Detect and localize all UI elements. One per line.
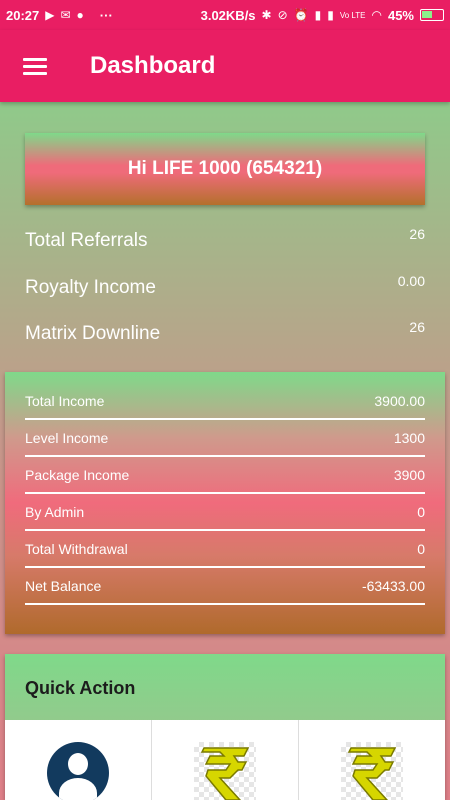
user-avatar-icon <box>47 742 109 800</box>
quick-action-rupee-2[interactable] <box>299 720 445 800</box>
app-icon: ● <box>76 8 84 22</box>
volte-icon: Vo LTE <box>339 10 366 20</box>
quick-action-card: Quick Action <box>5 654 445 800</box>
income-row-total: Total Income 3900.00 <box>25 384 425 420</box>
rupee-icon <box>194 742 256 800</box>
alarm-icon: ⏰ <box>293 8 309 22</box>
mute-icon: ⊘ <box>277 8 288 22</box>
income-row-level: Level Income 1300 <box>25 421 425 457</box>
page-title: Dashboard <box>90 52 216 79</box>
stat-label: Matrix Downline <box>25 323 161 344</box>
bluetooth-icon: ✱ <box>261 8 272 22</box>
signal-icon: ▮ <box>314 8 322 22</box>
quick-action-grid <box>5 720 445 800</box>
income-label: Package Income <box>25 467 130 483</box>
stat-matrix-downline: Matrix Downline 26 <box>25 319 425 345</box>
income-label: Level Income <box>25 430 109 446</box>
network-speed: 3.02KB/s <box>200 7 256 23</box>
notification-icon: ▶ <box>45 8 55 22</box>
stat-total-referrals: Total Referrals 26 <box>25 226 425 252</box>
quick-action-profile[interactable] <box>5 720 152 800</box>
app-bar: Dashboard <box>0 30 450 102</box>
income-value: 0 <box>417 504 425 520</box>
income-value: 3900 <box>393 467 425 483</box>
stat-royalty-income: Royalty Income 0.00 <box>25 273 425 299</box>
rupee-icon <box>341 742 403 800</box>
stat-label: Total Referrals <box>25 230 148 251</box>
status-bar: 20:27 ▶ ✉ ● ··· 3.02KB/s ✱ ⊘ ⏰ ▮ ▮ Vo LT… <box>0 0 450 30</box>
wifi-icon: ◠ <box>371 8 382 22</box>
income-value: -63433.00 <box>361 578 425 594</box>
income-card: Total Income 3900.00 Level Income 1300 P… <box>5 372 445 634</box>
quick-action-title: Quick Action <box>25 678 136 698</box>
menu-button[interactable] <box>0 30 70 102</box>
income-label: Total Income <box>25 393 105 409</box>
income-label: Net Balance <box>25 578 102 594</box>
income-row-by-admin: By Admin 0 <box>25 495 425 531</box>
status-time: 20:27 <box>6 7 40 23</box>
signal-icon-2: ▮ <box>327 8 334 22</box>
income-value: 1300 <box>393 430 425 446</box>
income-label: Total Withdrawal <box>25 541 128 557</box>
stat-value: 26 <box>409 319 425 335</box>
status-more: ··· <box>99 7 113 23</box>
stat-label: Royalty Income <box>25 277 156 298</box>
welcome-banner: Hi LIFE 1000 (654321) <box>25 133 425 205</box>
income-label: By Admin <box>25 504 85 520</box>
stat-value: 0.00 <box>397 273 425 289</box>
stat-value: 26 <box>409 226 425 242</box>
hamburger-icon <box>23 54 47 79</box>
income-row-package: Package Income 3900 <box>25 458 425 494</box>
income-value: 3900.00 <box>374 393 425 409</box>
battery-percent: 45% <box>387 7 414 23</box>
gmail-icon: ✉ <box>60 8 71 22</box>
battery-icon <box>420 9 444 21</box>
income-row-net-balance: Net Balance -63433.00 <box>25 569 425 605</box>
income-row-withdrawal: Total Withdrawal 0 <box>25 532 425 568</box>
income-value: 0 <box>417 541 425 557</box>
quick-action-rupee-1[interactable] <box>152 720 299 800</box>
